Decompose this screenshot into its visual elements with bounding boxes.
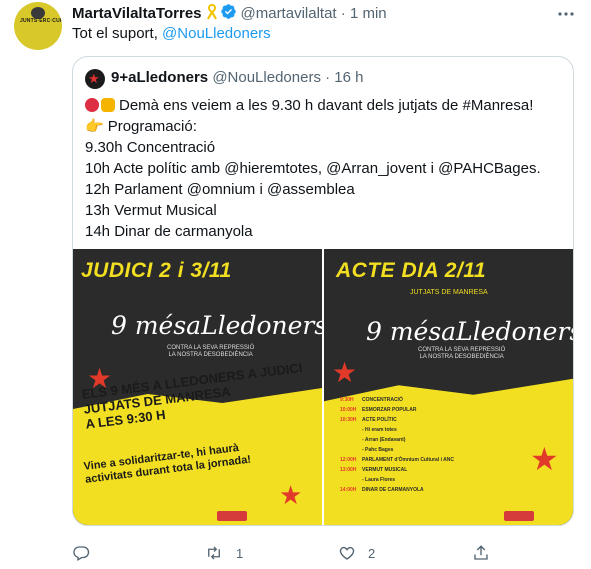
poster-right-prog-row: - Arran (Endavant) [362, 437, 406, 443]
author-name[interactable]: MartaVilaltaTorres [72, 5, 202, 22]
pointing-hand-icon: 👉 [85, 118, 104, 135]
quoted-author-name[interactable]: 9+aLledoners [111, 69, 208, 86]
poster-right-logo [504, 511, 534, 521]
poster-right-star-icon: ★ [332, 357, 358, 388]
share-button[interactable] [472, 544, 490, 562]
quoted-line-2-text: Programació: [107, 118, 197, 135]
yellow-ribbon-icon [206, 3, 218, 25]
verified-badge-icon [220, 3, 237, 25]
quoted-tweet[interactable]: ★ 9+aLledoners @NouLledoners · 16 h Demà… [72, 56, 574, 526]
quoted-time[interactable]: 16 h [334, 69, 363, 86]
quoted-line-6: 13h Vermut Musical [85, 202, 217, 219]
poster-left-logo [217, 511, 247, 521]
poster-right-small-1: CONTRA LA SEVA REPRESSIÓ [418, 347, 506, 353]
like-count: 2 [368, 545, 376, 561]
avatar-text: JUNTS·ERC·CUP·SOM·FORTS [20, 18, 62, 24]
quoted-header: 9+aLledoners @NouLledoners · 16 h [111, 69, 364, 87]
quoted-line-3: 9.30h Concentració [85, 139, 216, 156]
poster-left-star-2-icon: ★ [279, 480, 303, 510]
poster-right-subtitle: JUTJATS DE MANRESA [410, 289, 488, 296]
quoted-line-1-text: Demà ens veiem a les 9.30 h davant dels … [119, 97, 534, 114]
raised-fist-icon [101, 98, 115, 112]
quoted-separator-dot: · [325, 69, 331, 86]
poster-right-prog-row: 9:30H CONCENTRACIÓ [340, 397, 403, 403]
more-options-icon[interactable] [557, 5, 575, 28]
quoted-line-4: 10h Acte polític amb @hieremtotes, @Arra… [85, 160, 541, 177]
poster-right-star-2-icon: ★ [530, 441, 559, 477]
poster-right-program: 9:30H CONCENTRACIÓ 10:00H ESMORZAR POPULAR… [340, 395, 454, 495]
poster-left-small-1: CONTRA LA SEVA REPRESSIÓ [167, 345, 255, 351]
poster-right-prog-row: 12:00H PARLAMENT d'Òmnium Cultural i ANC [340, 457, 455, 463]
tweet-header: MartaVilaltaTorres @martavilaltat · 1 min [72, 3, 387, 25]
poster-left-small: CONTRA LA SEVA REPRESSIÓ LA NOSTRA DESOB… [167, 345, 254, 359]
author-avatar[interactable]: JUNTS·ERC·CUP·SOM·FORTS [14, 2, 62, 50]
tweet-actions: 1 2 [72, 544, 572, 564]
poster-left-title: JUDICI 2 i 3/11 [81, 259, 232, 282]
red-star-icon: ★ [88, 71, 100, 86]
poster-right-prog-row: - Laura Flores [362, 477, 396, 483]
poster-right-script: 9 mésaLledoners [366, 317, 573, 346]
poster-acte-image[interactable]: ACTE DIA 2/11 JUTJATS DE MANRESA 9 mésaL… [324, 249, 573, 525]
poster-right-prog-row: - Pahc Bages [362, 447, 394, 453]
poster-right-prog-row: 13:00H VERMUT MUSICAL [340, 467, 408, 473]
quoted-line-5: 12h Parlament @omnium i @assemblea [85, 181, 355, 198]
separator-dot: · [340, 4, 346, 22]
poster-right-prog-row: - Hi eram totes [362, 427, 397, 433]
reply-icon [73, 546, 90, 561]
author-handle[interactable]: @martavilaltat [241, 5, 337, 22]
heart-icon [339, 546, 355, 560]
poster-right-prog-row: 10:00H ESMORZAR POPULAR [340, 407, 417, 413]
quoted-text: Demà ens veiem a les 9.30 h davant dels … [85, 95, 565, 242]
poster-left-script: 9 mésaLledoners [111, 311, 322, 340]
poster-judici-image[interactable]: JUDICI 2 i 3/11 9 mésaLledoners CONTRA L… [73, 249, 322, 525]
poster-right-prog-row: 10:30H ACTE POLÍTIC [340, 417, 397, 423]
quoted-line-1: Demà ens veiem a les 9.30 h davant dels … [85, 95, 565, 116]
poster-left-small-2: LA NOSTRA DESOBEDIÈNCIA [168, 352, 253, 358]
tweet-text: Tot el suport, @NouLledoners [72, 25, 271, 43]
retweet-count: 1 [236, 545, 244, 561]
reply-button[interactable] [72, 544, 90, 562]
retweet-button[interactable]: 1 [204, 544, 243, 562]
retweet-icon [208, 546, 220, 560]
quoted-author-handle[interactable]: @NouLledoners [212, 69, 321, 86]
poster-right-title: ACTE DIA 2/11 [336, 259, 487, 282]
like-button[interactable]: 2 [338, 544, 375, 562]
red-circle-icon [85, 98, 99, 112]
poster-right-prog-row: 14:00H DINAR DE CARMANYOLA [340, 487, 424, 493]
quoted-media: JUDICI 2 i 3/11 9 mésaLledoners CONTRA L… [73, 249, 573, 525]
quoted-line-7: 14h Dinar de carmanyola [85, 223, 253, 240]
share-icon [474, 545, 488, 560]
quoted-author-avatar[interactable]: ★ [85, 69, 105, 89]
tweet-time[interactable]: 1 min [350, 5, 387, 22]
poster-right-small-2: LA NOSTRA DESOBEDIÈNCIA [419, 354, 504, 360]
poster-right-small: CONTRA LA SEVA REPRESSIÓ LA NOSTRA DESOB… [418, 347, 505, 361]
quoted-line-2: 👉 Programació: [85, 116, 565, 137]
mention-link[interactable]: @NouLledoners [162, 25, 271, 42]
tweet-text-prefix: Tot el suport, [72, 25, 163, 42]
